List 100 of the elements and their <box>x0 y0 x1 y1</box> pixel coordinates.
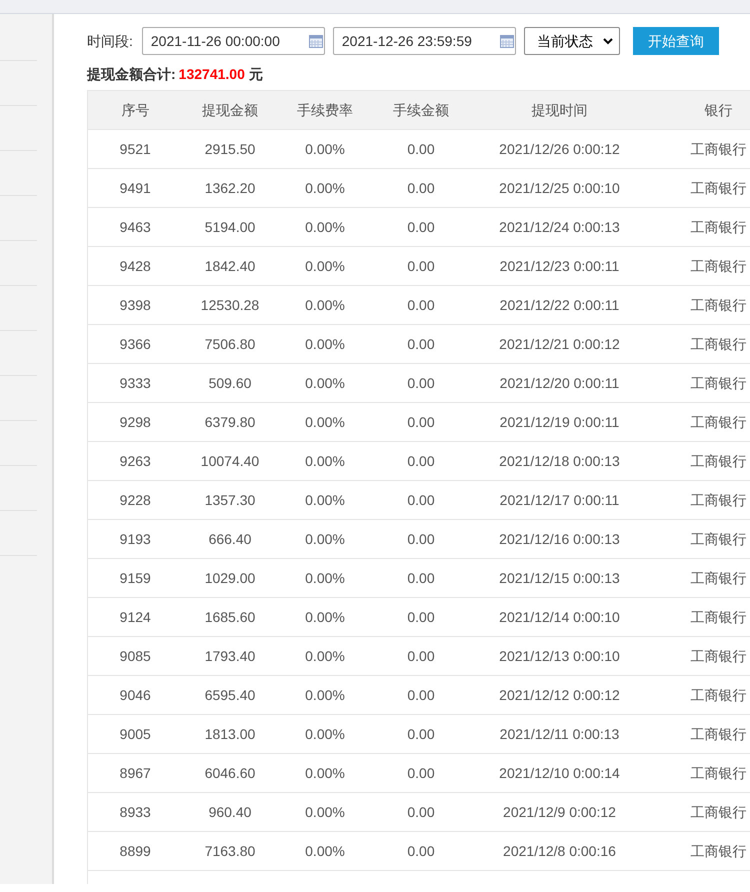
column-header: 序号 <box>88 90 182 130</box>
table-cell: 工商银行 <box>650 636 750 676</box>
table-cell: 1362.20 <box>182 168 278 208</box>
table-cell: 2021/12/19 0:00:11 <box>470 402 650 442</box>
table-cell: 0.00 <box>372 442 470 480</box>
calendar-icon <box>308 34 323 48</box>
table-cell: 0.00% <box>278 246 372 286</box>
table-cell: 0.00% <box>278 832 372 870</box>
table-cell: 工商银行 <box>650 676 750 714</box>
table-cell: 10074.40 <box>182 442 278 480</box>
table-cell: 工商银行 <box>650 168 750 208</box>
table-cell: 0.00% <box>278 442 372 480</box>
column-header: 手续金额 <box>372 90 470 130</box>
total-amount: 132741.00 <box>178 64 245 84</box>
table-cell: 0.00% <box>278 480 372 520</box>
table-cell: 0.00% <box>278 558 372 598</box>
table-cell: 1357.30 <box>182 480 278 520</box>
table-cell: 工商银行 <box>650 754 750 792</box>
table-cell: 0.00 <box>372 832 470 870</box>
table-cell: 2021/12/24 0:00:13 <box>470 208 650 246</box>
table-cell: 5194.00 <box>182 208 278 246</box>
table-cell: 6379.80 <box>182 402 278 442</box>
table-cell: 0.00% <box>278 402 372 442</box>
table-cell: 0.00 <box>372 480 470 520</box>
table-cell: 8967 <box>88 754 182 792</box>
table-cell: 0.00% <box>278 364 372 402</box>
table-cell: 9491 <box>88 168 182 208</box>
table-cell: 0.00 <box>372 286 470 324</box>
table-cell: 0.00% <box>278 676 372 714</box>
table-cell: 0.00% <box>278 636 372 676</box>
table-cell: 1813.00 <box>182 714 278 754</box>
table-cell: 2021/12/9 0:00:12 <box>470 792 650 832</box>
table-cell: 工商银行 <box>650 558 750 598</box>
table-cell: 9463 <box>88 208 182 246</box>
table-cell: 2021/12/20 0:00:11 <box>470 364 650 402</box>
table-cell: 6046.60 <box>182 754 278 792</box>
table-cell: 0.00% <box>278 754 372 792</box>
table-cell: 666.40 <box>182 520 278 558</box>
time-range-label: 时间段: <box>87 32 133 50</box>
table-cell: 2021/12/8 0:00:16 <box>470 832 650 870</box>
table-cell: 0.00% <box>278 792 372 832</box>
table-cell: 9398 <box>88 286 182 324</box>
table-cell: 0.00 <box>372 598 470 636</box>
table-cell: 7506.80 <box>182 324 278 364</box>
table-cell: 960.40 <box>182 792 278 832</box>
table-cell: 0.00 <box>372 792 470 832</box>
table-cell: 0.00% <box>278 324 372 364</box>
table-cell: 9228 <box>88 480 182 520</box>
table-cell: 0.00% <box>278 286 372 324</box>
table-cell: 0.00 <box>372 558 470 598</box>
table-cell: 0.00 <box>372 208 470 246</box>
table-cell: 9366 <box>88 324 182 364</box>
table-cell: 工商银行 <box>650 208 750 246</box>
table-cell: 9333 <box>88 364 182 402</box>
table-cell: 2021/12/18 0:00:13 <box>470 442 650 480</box>
table-cell: 2021/12/25 0:00:10 <box>470 168 650 208</box>
table-cell: 0.00 <box>372 364 470 402</box>
end-date-field[interactable]: 2021-12-26 23:59:59 <box>332 27 516 55</box>
table-cell: 9159 <box>88 558 182 598</box>
table-cell: 509.60 <box>182 364 278 402</box>
column-header: 提现时间 <box>470 90 650 130</box>
table-cell: 工商银行 <box>650 130 750 168</box>
status-select[interactable]: 当前状态 <box>524 27 620 55</box>
total-unit: 元 <box>248 64 263 84</box>
table-cell: 2021/12/12 0:00:12 <box>470 676 650 714</box>
table-cell: 9298 <box>88 402 182 442</box>
table-cell: 工商银行 <box>650 402 750 442</box>
table-cell: 0.00 <box>372 636 470 676</box>
column-header: 银行 <box>650 90 750 130</box>
table-cell: 2021/12/23 0:00:11 <box>470 246 650 286</box>
table-cell: 2021/12/21 0:00:12 <box>470 324 650 364</box>
table-cell: 9124 <box>88 598 182 636</box>
table-cell: 0.00 <box>372 168 470 208</box>
table-cell: 7163.80 <box>182 832 278 870</box>
table-cell: 0.00 <box>372 402 470 442</box>
table-cell: 9193 <box>88 520 182 558</box>
column-header: 手续费率 <box>278 90 372 130</box>
table-cell: 2915.50 <box>182 130 278 168</box>
table-cell: 0.00% <box>278 598 372 636</box>
table-cell: 0.00 <box>372 246 470 286</box>
start-date-field[interactable]: 2021-11-26 00:00:00 <box>142 27 325 55</box>
table-cell: 9005 <box>88 714 182 754</box>
table-cell: 9521 <box>88 130 182 168</box>
table-cell: 6595.40 <box>182 676 278 714</box>
table-cell: 0.00% <box>278 168 372 208</box>
calendar-icon <box>500 34 514 48</box>
table-cell: 工商银行 <box>650 480 750 520</box>
table-cell: 工商银行 <box>650 324 750 364</box>
table-cell: 工商银行 <box>650 520 750 558</box>
column-header: 提现金额 <box>182 90 278 130</box>
table-cell: 1685.60 <box>182 598 278 636</box>
table-cell: 工商银行 <box>650 364 750 402</box>
table-cell: 2021/12/22 0:00:11 <box>470 286 650 324</box>
table-cell: 0.00% <box>278 208 372 246</box>
table-cell: 9263 <box>88 442 182 480</box>
table-cell: 2021/12/10 0:00:14 <box>470 754 650 792</box>
table-cell: 9428 <box>88 246 182 286</box>
table-cell: 2021/12/16 0:00:13 <box>470 520 650 558</box>
table-cell: 0.00% <box>278 130 372 168</box>
table-cell: 0.00% <box>278 520 372 558</box>
